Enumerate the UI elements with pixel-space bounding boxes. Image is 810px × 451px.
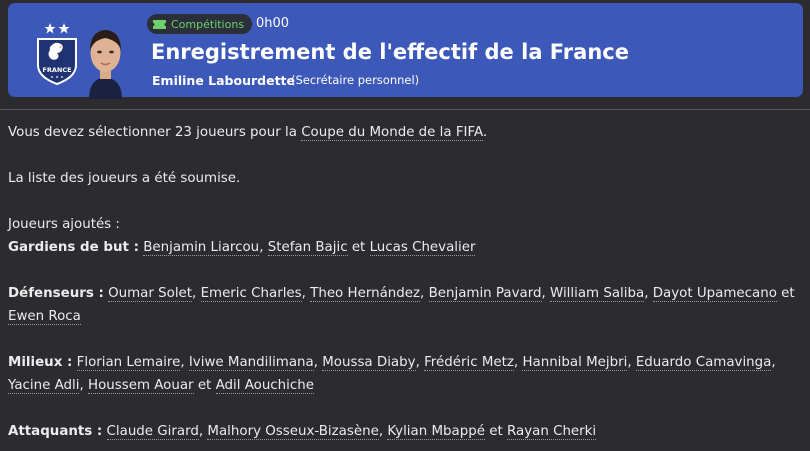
- group-label: Milieux :: [8, 355, 73, 370]
- player-link[interactable]: Emeric Charles: [200, 286, 302, 302]
- ticket-icon: [153, 19, 166, 29]
- message-time: 0h00: [256, 16, 290, 31]
- category-tag[interactable]: Compétitions: [147, 14, 253, 34]
- player-link[interactable]: Stefan Bajic: [267, 240, 348, 256]
- player-link[interactable]: Hannibal Mejbri: [522, 355, 628, 371]
- player-group-defenders: Défenseurs : Oumar Solet, Emeric Charles…: [8, 286, 795, 325]
- player-link[interactable]: Moussa Diaby: [322, 355, 416, 371]
- submitted-line: La liste des joueurs a été soumise.: [8, 171, 241, 186]
- group-label: Défenseurs :: [8, 286, 104, 301]
- player-link[interactable]: Benjamin Pavard: [428, 286, 542, 302]
- player-group-attackers: Attaquants : Claude Girard, Malhory Osse…: [8, 424, 597, 440]
- intro-line: Vous devez sélectionner 23 joueurs pour …: [8, 121, 803, 144]
- player-groups: Gardiens de but : Benjamin Liarcou, Stef…: [8, 236, 803, 443]
- player-link[interactable]: Theo Hernández: [310, 286, 421, 302]
- player-link[interactable]: Lucas Chevalier: [369, 240, 476, 256]
- player-link[interactable]: Oumar Solet: [108, 286, 193, 302]
- france-crest-icon[interactable]: FRANCE: [32, 17, 82, 87]
- competition-link[interactable]: Coupe du Monde de la FIFA: [301, 125, 483, 141]
- intro-text: Vous devez sélectionner 23 joueurs pour …: [8, 125, 302, 140]
- player-link[interactable]: Florian Lemaire: [76, 355, 181, 371]
- sender-role: (Secrétaire personnel): [291, 73, 420, 87]
- group-label: Attaquants :: [8, 424, 103, 439]
- player-link[interactable]: Yacine Adli: [8, 378, 80, 394]
- player-link[interactable]: Iviwe Mandilimana: [188, 355, 314, 371]
- player-link[interactable]: Dayot Upamecano: [652, 286, 777, 302]
- player-link[interactable]: Eduardo Camavinga: [635, 355, 772, 371]
- player-link[interactable]: Rayan Cherki: [507, 424, 597, 440]
- sender-avatar[interactable]: [83, 21, 128, 99]
- player-link[interactable]: Frédéric Metz: [424, 355, 514, 371]
- category-label: Compétitions: [171, 17, 245, 31]
- intro-suffix: .: [482, 125, 488, 140]
- divider: [0, 109, 810, 110]
- message-title: Enregistrement de l'effectif de la Franc…: [151, 40, 629, 64]
- player-link[interactable]: Ewen Roca: [8, 309, 81, 325]
- player-group-midfielders: Milieux : Florian Lemaire, Iviwe Mandili…: [8, 355, 776, 394]
- group-label: Gardiens de but :: [8, 240, 139, 255]
- message-header: FRANCE Compétitions 0h00 Enregistrement …: [8, 3, 803, 99]
- added-heading: Joueurs ajoutés :: [8, 217, 120, 232]
- crest-text: FRANCE: [42, 66, 71, 74]
- message-body: Vous devez sélectionner 23 joueurs pour …: [8, 121, 803, 443]
- player-group-goalkeepers: Gardiens de but : Benjamin Liarcou, Stef…: [8, 240, 476, 256]
- sender-name[interactable]: Emiline Labourdette: [152, 73, 295, 88]
- player-link[interactable]: Adil Aouchiche: [215, 378, 314, 394]
- player-link[interactable]: Malhory Osseux-Bizasène: [207, 424, 379, 440]
- player-link[interactable]: Benjamin Liarcou: [143, 240, 260, 256]
- player-link[interactable]: Kylian Mbappé: [387, 424, 485, 440]
- player-link[interactable]: Claude Girard: [106, 424, 199, 440]
- player-link[interactable]: William Saliba: [550, 286, 645, 302]
- player-link[interactable]: Houssem Aouar: [88, 378, 194, 394]
